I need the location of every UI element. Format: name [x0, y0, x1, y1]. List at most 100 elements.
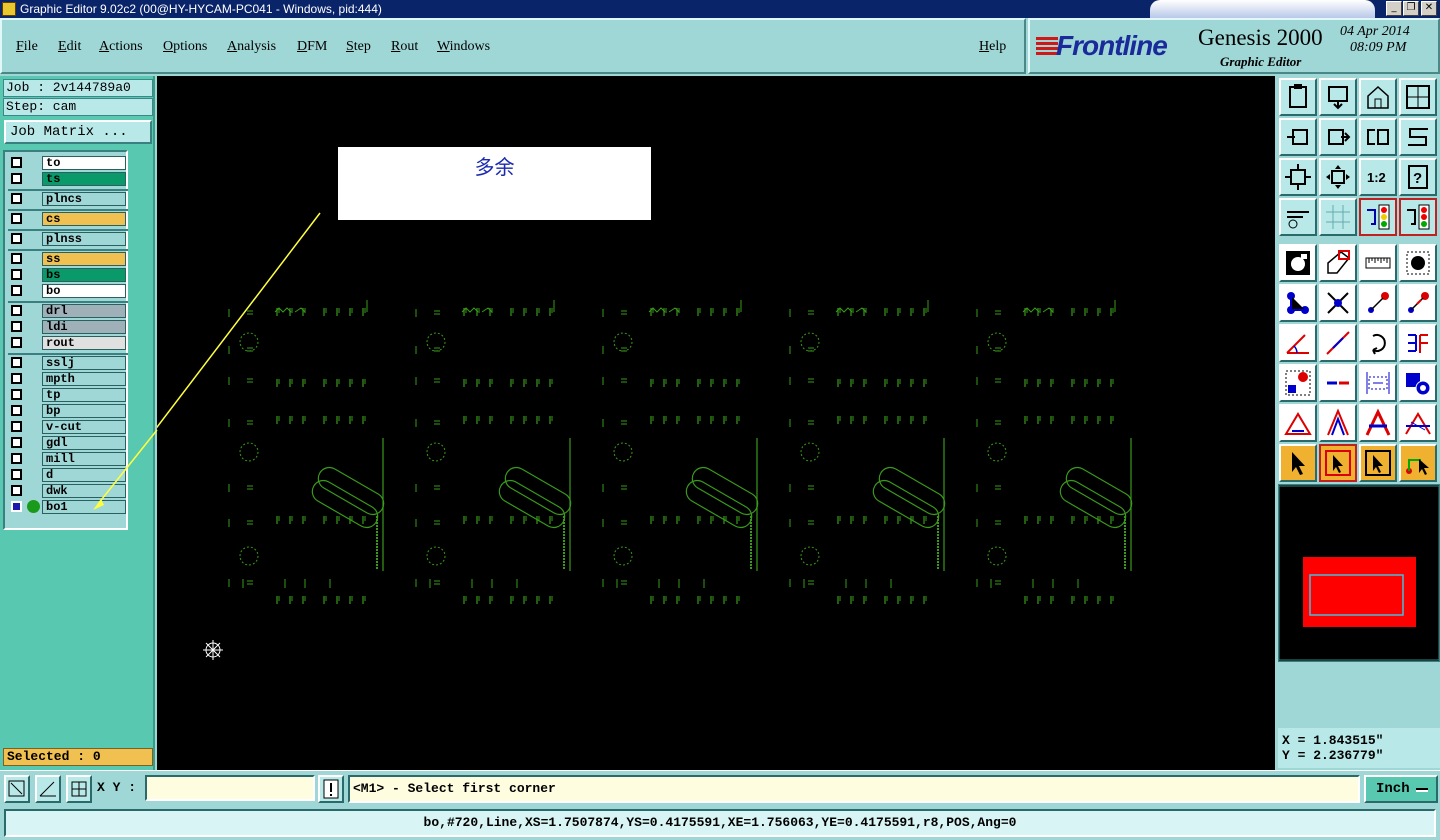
dimension-button[interactable]	[1359, 364, 1397, 402]
maximize-button[interactable]: ❐	[1403, 1, 1419, 16]
zoom-home-button[interactable]	[1279, 78, 1317, 116]
layer-checkbox[interactable]	[11, 269, 22, 280]
split-window-button[interactable]	[1399, 78, 1437, 116]
pan-left-button[interactable]	[1279, 118, 1317, 156]
menu-options[interactable]: Options	[163, 39, 207, 55]
pointer-frame-button[interactable]	[1359, 444, 1397, 482]
layer-row-bo[interactable]: bo	[8, 284, 128, 298]
layer-checkbox[interactable]	[11, 305, 22, 316]
layer-row-plnss[interactable]: plnss	[8, 232, 128, 246]
menu-rout[interactable]: Rout	[391, 39, 418, 55]
polygon-button[interactable]	[1319, 244, 1357, 282]
dot-button[interactable]	[1399, 244, 1437, 282]
layer-separator	[8, 353, 128, 355]
layer-row-rout[interactable]: rout	[8, 336, 128, 350]
menu-step[interactable]: Step	[346, 39, 371, 55]
measure-button[interactable]	[1399, 284, 1437, 322]
menu-analysis[interactable]: Analysis	[227, 39, 276, 55]
minus-button[interactable]	[1319, 364, 1357, 402]
layer-checkbox[interactable]	[11, 193, 22, 204]
fit-button[interactable]	[1279, 158, 1317, 196]
minimize-button[interactable]: _	[1386, 1, 1402, 16]
mirror-button[interactable]	[1399, 324, 1437, 362]
connect-button[interactable]	[1279, 284, 1317, 322]
feature-button[interactable]	[1279, 364, 1317, 402]
menu-file[interactable]: File	[16, 39, 38, 55]
layer-checkbox[interactable]	[11, 173, 22, 184]
pointer-path-button[interactable]	[1399, 444, 1437, 482]
layer-checkbox[interactable]	[11, 285, 22, 296]
command-bar: X Y : <M1> - Select first corner Inch	[0, 770, 1440, 806]
help-button[interactable]: ?	[1399, 158, 1437, 196]
traffic-light-red-button[interactable]	[1399, 198, 1437, 236]
menu-windows[interactable]: Windows	[437, 39, 490, 55]
rotate-button[interactable]	[1359, 324, 1397, 362]
date-display: 04 Apr 2014	[1340, 24, 1410, 39]
snake-button[interactable]	[1399, 118, 1437, 156]
ruler-button[interactable]	[1359, 244, 1397, 282]
triangle-b-button[interactable]	[1359, 404, 1397, 442]
snap-button[interactable]	[1359, 284, 1397, 322]
layer-checkbox[interactable]	[11, 373, 22, 384]
flip-button[interactable]	[1359, 118, 1397, 156]
layer-checkbox[interactable]	[11, 357, 22, 368]
menu-edit[interactable]: Edit	[58, 39, 81, 55]
layer-row-bs[interactable]: bs	[8, 268, 128, 282]
layer-checkbox[interactable]	[11, 337, 22, 348]
line-icon	[1326, 331, 1350, 355]
grid-snap-button[interactable]	[66, 775, 92, 803]
triangle-c-button[interactable]	[1399, 404, 1437, 442]
zoom-page-button[interactable]	[1319, 78, 1357, 116]
pointer-box-button[interactable]	[1319, 444, 1357, 482]
traffic-light-button[interactable]	[1359, 198, 1397, 236]
menu-dfm[interactable]: DFM	[297, 39, 327, 55]
layer-checkbox[interactable]	[11, 233, 22, 244]
menu-help[interactable]: Help	[979, 39, 1006, 55]
layer-row-to[interactable]: to	[8, 156, 128, 170]
units-selector[interactable]: Inch	[1364, 775, 1438, 803]
dropdown-caret-icon	[1416, 788, 1428, 792]
alert-button[interactable]	[318, 775, 344, 803]
scale-1-2-button[interactable]: 1:2	[1359, 158, 1397, 196]
zoom-page-icon	[1328, 86, 1348, 110]
measure-icon	[1408, 292, 1429, 313]
angle-icon	[1286, 334, 1309, 354]
layer-name: plncs	[42, 192, 126, 206]
graphic-canvas[interactable]: 多余	[157, 76, 1275, 770]
job-matrix-button[interactable]: Job Matrix ...	[4, 120, 152, 144]
triangle-a-button[interactable]	[1319, 404, 1357, 442]
rotate-icon	[1372, 334, 1386, 355]
grid-button[interactable]	[1319, 198, 1357, 236]
line-button[interactable]	[1319, 324, 1357, 362]
zoom-angle-button[interactable]	[35, 775, 61, 803]
brand-panel: Frontline Genesis 2000 Graphic Editor 04…	[1028, 18, 1440, 74]
layer-row-ts[interactable]: ts	[8, 172, 128, 186]
menu-actions[interactable]: Actions	[99, 39, 143, 55]
layer-row-plncs[interactable]: plncs	[8, 192, 128, 206]
pan-right-button[interactable]	[1319, 118, 1357, 156]
xy-input[interactable]	[145, 775, 315, 801]
layer-row-cs[interactable]: cs	[8, 212, 128, 226]
circles-button[interactable]	[1399, 364, 1437, 402]
layer-checkbox[interactable]	[11, 253, 22, 264]
zoom-box-button[interactable]	[4, 775, 30, 803]
layer-checkbox[interactable]	[11, 157, 22, 168]
layer-row-ldi[interactable]: ldi	[8, 320, 128, 334]
angle-button[interactable]	[1279, 324, 1317, 362]
tools-button[interactable]	[1279, 198, 1317, 236]
cross-button[interactable]	[1319, 284, 1357, 322]
layer-row-sslj[interactable]: sslj	[8, 356, 128, 370]
layer-row-mpth[interactable]: mpth	[8, 372, 128, 386]
overview-map[interactable]	[1278, 484, 1440, 662]
close-button[interactable]: ✕	[1421, 1, 1437, 16]
pointer-button[interactable]	[1279, 444, 1317, 482]
pad-button[interactable]	[1279, 244, 1317, 282]
layer-row-ss[interactable]: ss	[8, 252, 128, 266]
home-button[interactable]	[1359, 78, 1397, 116]
center-button[interactable]	[1319, 158, 1357, 196]
layer-checkbox[interactable]	[11, 389, 22, 400]
layer-row-drl[interactable]: drl	[8, 304, 128, 318]
layer-checkbox[interactable]	[11, 321, 22, 332]
triangle-button[interactable]	[1279, 404, 1317, 442]
layer-checkbox[interactable]	[11, 213, 22, 224]
